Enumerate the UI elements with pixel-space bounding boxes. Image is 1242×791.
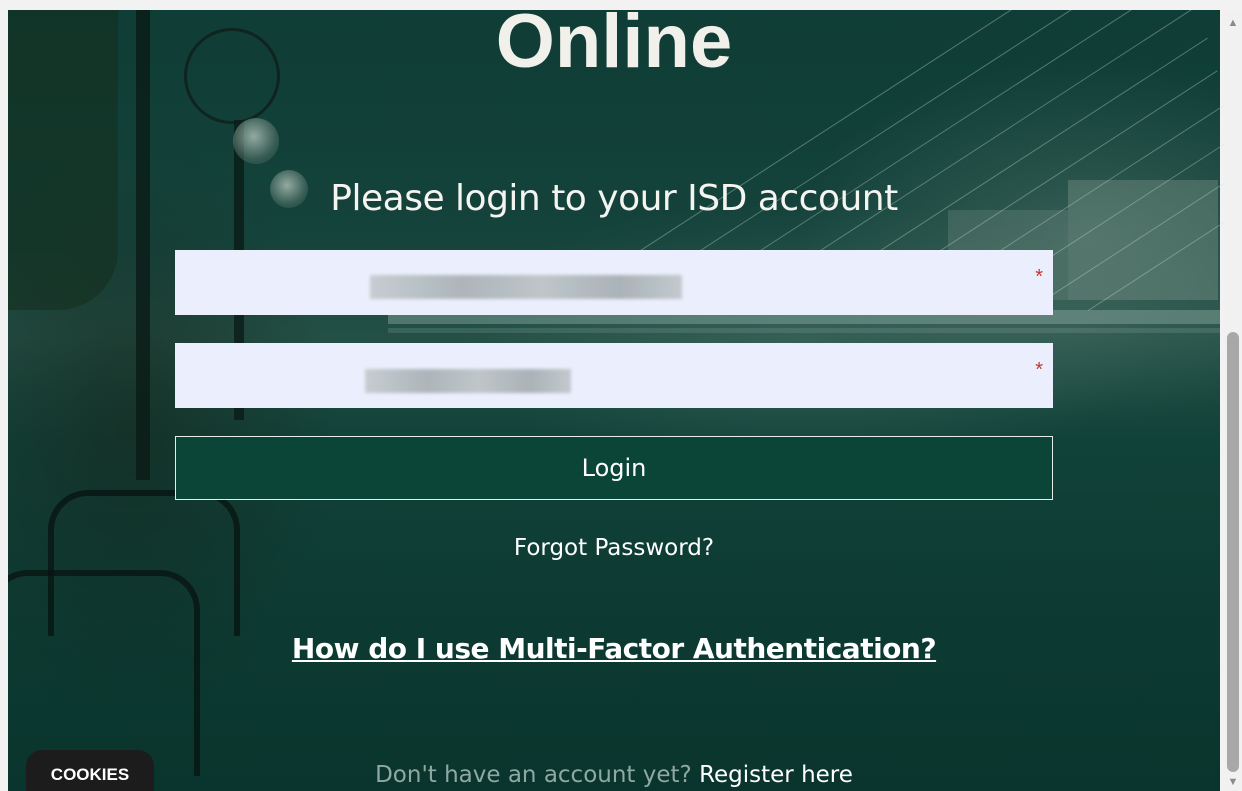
login-button[interactable]: Login bbox=[175, 436, 1053, 500]
password-input[interactable] bbox=[175, 343, 1053, 408]
mfa-help-link[interactable]: How do I use Multi-Factor Authentication… bbox=[0, 632, 1228, 665]
required-marker: * bbox=[1035, 266, 1043, 288]
login-subtitle: Please login to your ISD account bbox=[330, 178, 898, 219]
bench bbox=[0, 570, 200, 776]
scroll-thumb[interactable] bbox=[1227, 332, 1239, 772]
required-marker: * bbox=[1035, 359, 1043, 381]
register-prompt-text: Don't have an account yet? bbox=[375, 762, 692, 788]
bridge-rail bbox=[388, 328, 1220, 333]
lamp-globe bbox=[233, 118, 279, 164]
vertical-scrollbar[interactable]: ▲ ▼ bbox=[1224, 10, 1242, 791]
top-strip bbox=[0, 0, 1242, 10]
scroll-up-arrow-icon[interactable]: ▲ bbox=[1224, 14, 1242, 32]
password-field[interactable]: * bbox=[175, 343, 1053, 408]
redacted-email-value bbox=[370, 275, 682, 299]
scroll-down-arrow-icon[interactable]: ▼ bbox=[1224, 773, 1242, 791]
cookies-button[interactable]: COOKIES bbox=[26, 750, 154, 791]
forgot-password-link[interactable]: Forgot Password? bbox=[0, 535, 1228, 561]
register-link[interactable]: Register here bbox=[699, 762, 853, 788]
browser-viewport: Online Please login to your ISD account … bbox=[0, 0, 1242, 791]
left-strip bbox=[0, 0, 8, 791]
redacted-password-value bbox=[365, 369, 571, 393]
page-heading: Online bbox=[495, 0, 733, 84]
register-prompt-line: Don't have an account yet? Register here bbox=[0, 762, 1228, 788]
email-field[interactable]: * bbox=[175, 250, 1053, 315]
